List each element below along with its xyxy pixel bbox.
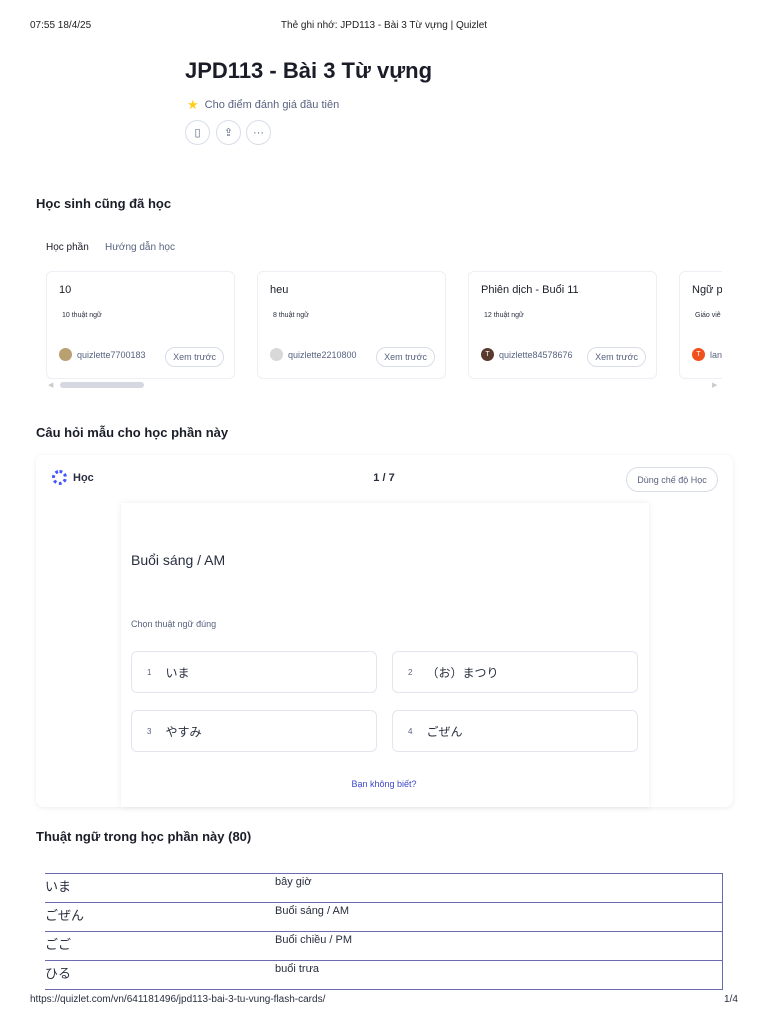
username: quizlette84578676 <box>499 349 573 360</box>
set-title: 10 <box>59 284 72 296</box>
set-card[interactable]: 10 10 thuật ngữ quizlette7700183 Xem trư… <box>46 271 235 379</box>
star-icon: ★ <box>187 97 199 112</box>
bookmark-button[interactable]: ▯ <box>185 120 210 145</box>
set-author: quizlette7700183 <box>59 348 146 361</box>
print-page-number: 1/4 <box>724 994 738 1005</box>
term: ごぜん <box>45 902 275 932</box>
avatar: T <box>481 348 494 361</box>
more-button[interactable]: ··· <box>246 120 271 145</box>
horizontal-scrollbar[interactable] <box>60 382 144 388</box>
term: ひる <box>45 960 275 990</box>
option-number: 4 <box>408 726 413 736</box>
username: quizlette2210800 <box>288 349 357 360</box>
answer-option-2[interactable]: 2 （お）まつり <box>392 651 638 693</box>
set-title: Phiên dịch - Buổi 11 <box>481 284 579 296</box>
set-author: Tlan <box>692 348 722 361</box>
scroll-left-arrow[interactable]: ◀ <box>48 381 53 389</box>
answer-option-4[interactable]: 4 ごぜん <box>392 710 638 752</box>
definition: buổi trưa <box>275 960 723 990</box>
also-studied-heading: Học sinh cũng đã học <box>36 196 172 211</box>
more-icon: ··· <box>253 126 264 139</box>
option-number: 3 <box>147 726 152 736</box>
option-text: やすみ <box>165 724 202 739</box>
question-text: Buổi sáng / AM <box>131 552 226 568</box>
share-icon: ⇪ <box>223 127 234 139</box>
set-author: quizlette2210800 <box>270 348 357 361</box>
set-author: Tquizlette84578676 <box>481 348 573 361</box>
term-count: 12 thuật ngữ <box>484 312 524 319</box>
term-count: 10 thuật ngữ <box>62 312 102 319</box>
sample-heading: Câu hỏi mẫu cho học phần này <box>36 425 229 440</box>
avatar <box>59 348 72 361</box>
term: ごご <box>45 931 275 961</box>
option-text: ごぜん <box>426 724 463 739</box>
bookmark-icon: ▯ <box>194 127 201 139</box>
term-count: Giáo viê <box>695 312 721 319</box>
print-title: Thẻ ghi nhớ: JPD113 - Bài 3 Từ vựng | Qu… <box>280 20 488 31</box>
table-row: いま bây giờ <box>45 873 723 903</box>
rating-label: Cho điểm đánh giá đầu tiên <box>204 99 340 111</box>
definition: Buổi sáng / AM <box>275 902 723 932</box>
table-row: ごぜん Buổi sáng / AM <box>45 902 723 932</box>
answer-prompt: Chọn thuật ngữ đúng <box>131 619 217 629</box>
set-title: heu <box>270 284 289 296</box>
term: いま <box>45 873 275 903</box>
rating-link[interactable]: ★ Cho điểm đánh giá đầu tiên <box>187 97 339 113</box>
scroll-right-arrow[interactable]: ▶ <box>712 381 717 389</box>
terms-heading: Thuật ngữ trong học phần này (80) <box>36 829 252 844</box>
preview-button[interactable]: Xem trước <box>376 347 435 367</box>
definition: Buổi chiều / PM <box>275 931 723 961</box>
set-card[interactable]: Ngữ pl Giáo viê Tlan <box>679 271 722 379</box>
share-button[interactable]: ⇪ <box>216 120 241 145</box>
option-text: （お）まつり <box>426 665 499 680</box>
username: lan <box>710 349 722 360</box>
option-text: いま <box>165 665 190 680</box>
username: quizlette7700183 <box>77 349 146 360</box>
tab-study-guides[interactable]: Hướng dẫn học <box>105 242 175 253</box>
dont-know-link[interactable]: Bạn không biết? <box>0 779 768 789</box>
definition: bây giờ <box>275 873 723 903</box>
set-card[interactable]: Phiên dịch - Buổi 11 12 thuật ngữ Tquizl… <box>468 271 657 379</box>
preview-button[interactable]: Xem trước <box>587 347 646 367</box>
term-count: 8 thuật ngữ <box>273 312 309 319</box>
terms-table: いま bây giờ ごぜん Buổi sáng / AM ごご Buổi chiều /… <box>45 873 723 990</box>
option-number: 2 <box>408 667 413 677</box>
use-learn-mode-button[interactable]: Dùng chế độ Học <box>626 467 718 492</box>
tab-sets[interactable]: Học phần <box>46 242 89 253</box>
option-number: 1 <box>147 667 152 677</box>
table-row: ひる buổi trưa <box>45 960 723 990</box>
set-title: Ngữ pl <box>692 284 722 296</box>
table-row: ごご Buổi chiều / PM <box>45 931 723 961</box>
print-url: https://quizlet.com/vn/641181496/jpd113-… <box>30 994 326 1005</box>
answer-option-3[interactable]: 3 やすみ <box>131 710 377 752</box>
answer-option-1[interactable]: 1 いま <box>131 651 377 693</box>
set-carousel: 10 10 thuật ngữ quizlette7700183 Xem trư… <box>46 271 722 381</box>
avatar: T <box>692 348 705 361</box>
preview-button[interactable]: Xem trước <box>165 347 224 367</box>
page-title: JPD113 - Bài 3 Từ vựng <box>185 58 433 83</box>
avatar <box>270 348 283 361</box>
set-card[interactable]: heu 8 thuật ngữ quizlette2210800 Xem trư… <box>257 271 446 379</box>
